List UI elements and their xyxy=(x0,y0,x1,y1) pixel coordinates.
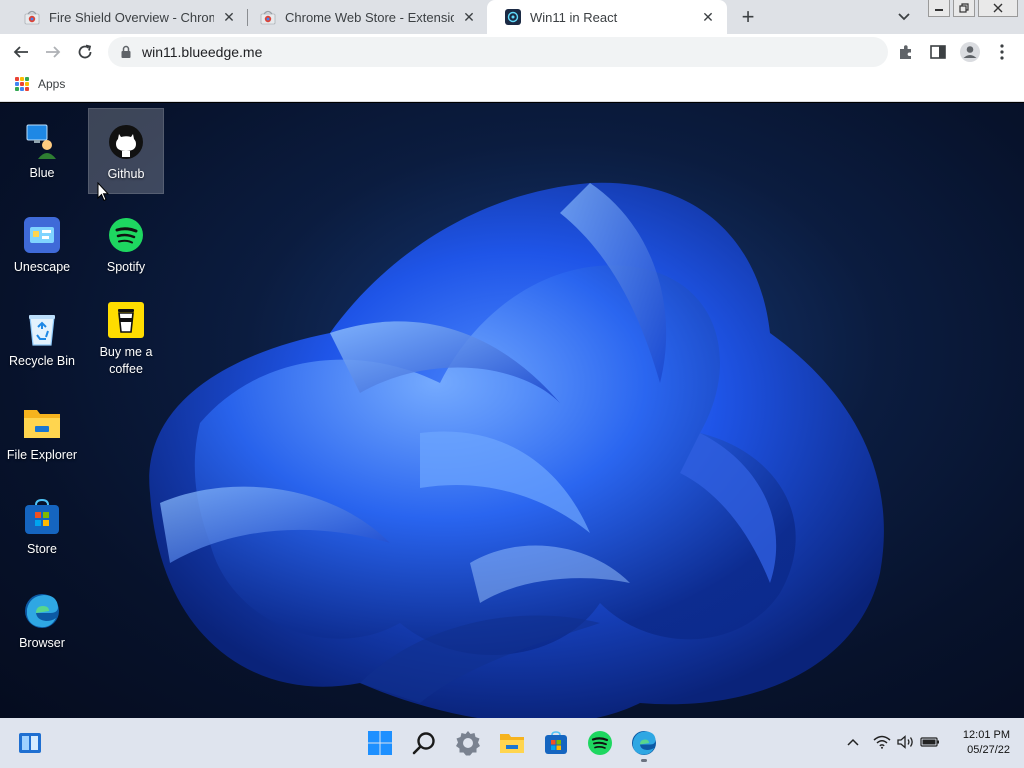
start-icon xyxy=(368,731,392,755)
apps-bookmark[interactable]: Apps xyxy=(38,77,65,91)
desktop-icon-label: Browser xyxy=(19,636,65,650)
unescape-icon xyxy=(23,216,61,254)
github-icon xyxy=(107,123,145,161)
url-text: win11.blueedge.me xyxy=(142,44,263,60)
tab-title: Fire Shield Overview - Chrome W xyxy=(49,9,214,25)
recycle-bin-icon xyxy=(23,310,61,348)
close-window-button[interactable] xyxy=(978,0,1018,17)
chevron-up-icon xyxy=(847,738,859,746)
edge-button[interactable] xyxy=(627,726,661,762)
spotify-icon xyxy=(107,216,145,254)
battery-icon xyxy=(920,737,939,747)
desktop-icon-label: Unescape xyxy=(13,260,71,274)
system-clock[interactable]: 12:01 PM 05/27/22 xyxy=(948,728,1010,758)
menu-button[interactable] xyxy=(990,40,1014,64)
back-button[interactable] xyxy=(9,40,33,64)
restore-icon xyxy=(959,3,969,13)
desktop-icon-label: Blue xyxy=(29,166,55,180)
folder-icon xyxy=(23,404,61,442)
desktop-icon-label: Recycle Bin xyxy=(9,354,75,368)
desktop-icon-label: File Explorer xyxy=(6,448,78,462)
desktop-icon-blue[interactable]: Blue xyxy=(4,108,80,194)
side-panel-button[interactable] xyxy=(926,40,950,64)
widgets-icon xyxy=(19,733,41,753)
settings-button[interactable] xyxy=(451,726,485,760)
tab-title: Win11 in React xyxy=(530,9,618,25)
apps-icon[interactable] xyxy=(15,77,29,91)
widgets-button[interactable] xyxy=(13,726,47,760)
settings-icon xyxy=(456,731,480,756)
forward-button[interactable] xyxy=(41,40,65,64)
volume-icon xyxy=(897,735,913,749)
chrome-store-icon xyxy=(24,10,40,25)
file-explorer-icon xyxy=(500,734,524,753)
tab-strip: Fire Shield Overview - Chrome W ✕ Chrome… xyxy=(0,0,1024,34)
tab-chrome-web-store[interactable]: Chrome Web Store - Extensions ✕ xyxy=(242,0,488,34)
desktop-icon-buy-me-a-coffee[interactable]: Buy me a coffee xyxy=(88,287,164,383)
desktop-icon-label: Buy me a coffee xyxy=(99,345,153,376)
win11-bloom-wallpaper xyxy=(149,182,884,718)
desktop[interactable]: Blue Unescape Recycle Bin File Explorer … xyxy=(0,103,1024,718)
close-tab-icon[interactable]: ✕ xyxy=(699,8,717,26)
chevron-down-icon[interactable] xyxy=(894,8,914,26)
arrow-right-icon xyxy=(46,46,61,58)
restore-button[interactable] xyxy=(953,0,975,17)
search-button[interactable] xyxy=(407,726,441,760)
reload-button[interactable] xyxy=(73,40,97,64)
address-bar[interactable]: win11.blueedge.me xyxy=(108,37,888,67)
start-button[interactable] xyxy=(363,726,397,760)
desktop-icon-unescape[interactable]: Unescape xyxy=(4,202,80,288)
mouse-cursor-icon xyxy=(97,182,109,202)
volume-button[interactable] xyxy=(896,732,916,752)
chrome-store-icon xyxy=(260,10,276,25)
bookmarks-bar: Apps xyxy=(0,70,1024,102)
running-indicator xyxy=(641,759,647,762)
wifi-button[interactable] xyxy=(872,732,892,752)
kebab-menu-icon xyxy=(1000,44,1004,60)
desktop-icon-file-explorer[interactable]: File Explorer xyxy=(4,390,80,476)
puzzle-icon xyxy=(900,45,911,59)
arrow-left-icon xyxy=(13,46,28,58)
desktop-icon-spotify[interactable]: Spotify xyxy=(88,202,164,288)
avatar-icon xyxy=(960,42,980,62)
close-tab-icon[interactable]: ✕ xyxy=(220,8,238,26)
new-tab-button[interactable]: + xyxy=(736,5,760,29)
file-explorer-button[interactable] xyxy=(495,726,529,760)
side-panel-icon xyxy=(930,45,946,59)
close-tab-icon[interactable]: ✕ xyxy=(460,8,478,26)
desktop-icon-store[interactable]: Store xyxy=(4,484,80,570)
close-icon xyxy=(993,3,1003,13)
spotify-button[interactable] xyxy=(583,726,617,760)
profile-button[interactable] xyxy=(958,40,982,64)
clock-date: 05/27/22 xyxy=(967,744,1010,756)
taskbar: 12:01 PM 05/27/22 xyxy=(0,718,1024,768)
desktop-icon-label: Github xyxy=(107,167,145,181)
tab-win11-in-react[interactable]: Win11 in React ✕ xyxy=(487,0,727,34)
spotify-icon xyxy=(588,731,612,755)
battery-button[interactable] xyxy=(920,732,940,752)
clock-time: 12:01 PM xyxy=(962,729,1010,741)
tab-fire-shield[interactable]: Fire Shield Overview - Chrome W ✕ xyxy=(6,0,248,34)
desktop-icon-browser[interactable]: Browser xyxy=(4,578,80,664)
store-icon xyxy=(23,498,61,536)
wifi-icon xyxy=(873,735,891,749)
desktop-icon-recycle-bin[interactable]: Recycle Bin xyxy=(4,296,80,382)
tab-title: Chrome Web Store - Extensions xyxy=(285,9,454,25)
minimize-icon xyxy=(935,9,943,11)
coffee-icon xyxy=(107,301,145,339)
search-icon xyxy=(412,732,435,755)
reload-icon xyxy=(78,44,92,59)
show-hidden-icons-button[interactable] xyxy=(843,732,863,752)
lock-icon[interactable] xyxy=(120,45,132,59)
edge-icon xyxy=(632,731,656,755)
desktop-icon-label: Store xyxy=(27,542,57,556)
extensions-button[interactable] xyxy=(894,40,918,64)
win11-icon xyxy=(505,9,521,25)
store-icon xyxy=(545,731,567,754)
desktop-icon-label: Spotify xyxy=(106,260,146,274)
minimize-button[interactable] xyxy=(928,0,950,17)
blue-user-icon xyxy=(23,122,61,160)
edge-icon xyxy=(23,592,61,630)
store-button[interactable] xyxy=(539,726,573,760)
